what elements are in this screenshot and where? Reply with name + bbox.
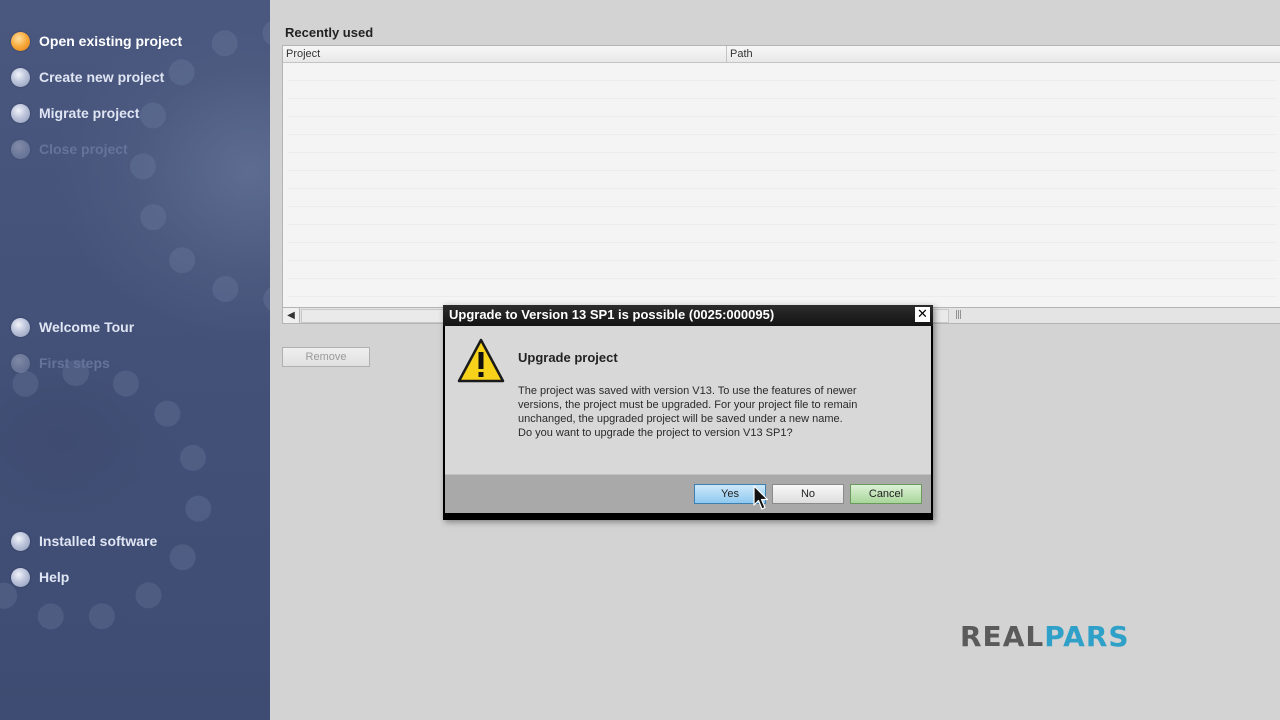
table-row: [287, 117, 1277, 135]
cancel-button[interactable]: Cancel: [850, 484, 922, 504]
warning-icon: [457, 338, 505, 383]
nav-label: Help: [39, 569, 70, 585]
nav-bullet-icon: [11, 567, 30, 587]
nav-close-project: Close project: [11, 138, 128, 160]
scroll-grip-icon: |||: [955, 310, 962, 320]
scroll-left-icon[interactable]: ◀: [283, 308, 300, 323]
nav-open-existing-project[interactable]: Open existing project: [11, 30, 182, 52]
nav-help[interactable]: Help: [11, 566, 69, 588]
nav-welcome-tour[interactable]: Welcome Tour: [11, 316, 134, 338]
realpars-logo: REALPARS: [960, 620, 1130, 653]
nav-label: Migrate project: [39, 105, 140, 121]
mouse-pointer-icon: [753, 485, 769, 510]
message-line: The project was saved with version V13. …: [518, 385, 857, 397]
remove-button: Remove: [282, 347, 370, 367]
table-header: Project Path: [283, 46, 1280, 63]
dialog-body: Upgrade project The project was saved wi…: [445, 326, 931, 474]
column-header-path[interactable]: Path: [727, 46, 753, 62]
nav-label: Open existing project: [39, 33, 183, 49]
dialog-title: Upgrade to Version 13 SP1 is possible (0…: [449, 307, 775, 322]
nav-label: Welcome Tour: [39, 319, 135, 335]
logo-part-pars: PARS: [1044, 620, 1130, 653]
table-row: [287, 225, 1277, 243]
nav-bullet-icon: [11, 317, 30, 337]
nav-label: Create new project: [39, 69, 165, 85]
section-title: Recently used: [285, 25, 374, 40]
nav-bullet-icon: [11, 353, 30, 373]
message-line: Do you want to upgrade the project to ve…: [518, 427, 793, 439]
nav-bullet-icon: [11, 103, 30, 123]
nav-label: Close project: [39, 141, 128, 157]
dialog-message: The project was saved with version V13. …: [518, 384, 918, 440]
table-row: [287, 153, 1277, 171]
table-row: [287, 63, 1277, 81]
no-button[interactable]: No: [772, 484, 844, 504]
message-line: unchanged, the upgraded project will be …: [518, 413, 843, 425]
nav-migrate-project[interactable]: Migrate project: [11, 102, 139, 124]
table-row: [287, 189, 1277, 207]
gear-background-graphic: [130, 20, 270, 312]
upgrade-dialog: Upgrade to Version 13 SP1 is possible (0…: [443, 305, 933, 520]
close-icon[interactable]: ✕: [915, 307, 930, 322]
nav-installed-software[interactable]: Installed software: [11, 530, 157, 552]
table-row: [287, 279, 1277, 297]
table-row: [287, 261, 1277, 279]
nav-label: First steps: [39, 355, 110, 371]
nav-bullet-icon: [11, 67, 30, 87]
table-row: [287, 81, 1277, 99]
column-header-project[interactable]: Project: [283, 46, 727, 62]
nav-bullet-icon: [11, 31, 30, 51]
nav-bullet-icon: [11, 139, 30, 159]
dialog-footer: Yes No Cancel: [445, 474, 931, 513]
table-row: [287, 99, 1277, 117]
nav-create-new-project[interactable]: Create new project: [11, 66, 164, 88]
gear-background-graphic: [0, 360, 212, 632]
logo-part-real: REAL: [960, 620, 1045, 653]
recent-projects-table[interactable]: Project Path: [282, 45, 1280, 309]
dialog-titlebar[interactable]: Upgrade to Version 13 SP1 is possible (0…: [443, 305, 933, 326]
table-row: [287, 243, 1277, 261]
table-row: [287, 171, 1277, 189]
nav-label: Installed software: [39, 533, 158, 549]
table-row: [287, 135, 1277, 153]
nav-first-steps: First steps: [11, 352, 110, 374]
dialog-heading: Upgrade project: [518, 350, 618, 365]
sidebar: Open existing project Create new project…: [0, 0, 270, 720]
nav-bullet-icon: [11, 531, 30, 551]
message-line: versions, the project must be upgraded. …: [518, 399, 858, 411]
table-row: [287, 207, 1277, 225]
